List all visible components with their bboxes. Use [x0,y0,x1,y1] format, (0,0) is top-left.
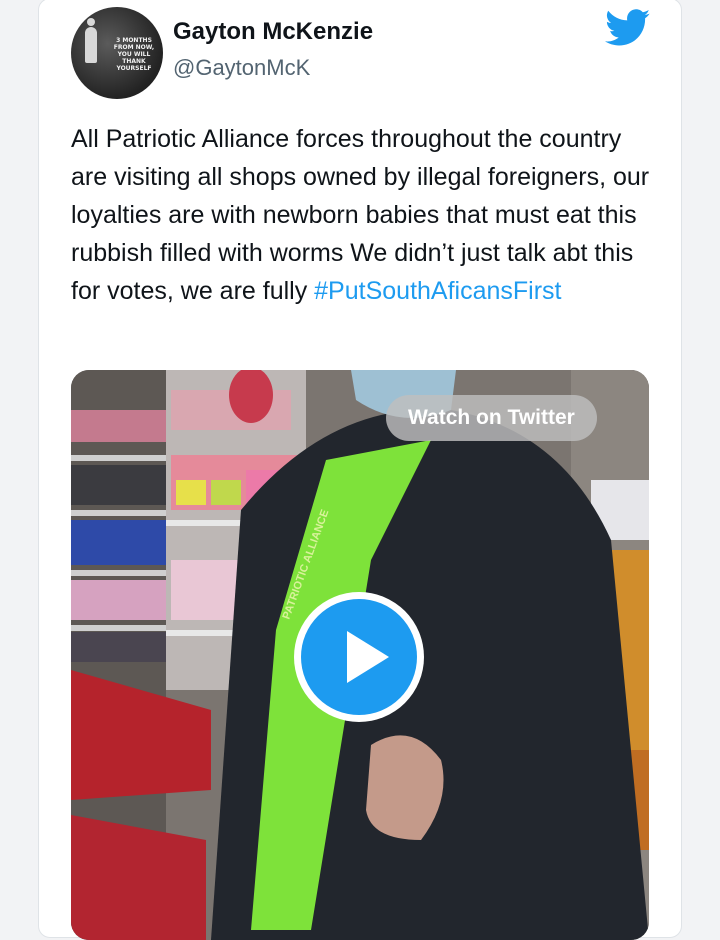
play-icon-circle [301,599,417,715]
avatar-text: 3 MONTHS FROM NOW, YOU WILL THANK YOURSE… [113,37,155,72]
avatar[interactable]: 3 MONTHS FROM NOW, YOU WILL THANK YOURSE… [71,7,163,99]
tweet-card[interactable]: 3 MONTHS FROM NOW, YOU WILL THANK YOURSE… [38,0,682,940]
play-button[interactable] [294,592,424,722]
twitter-bird-icon[interactable] [605,9,651,47]
hashtag-link[interactable]: #PutSouthAficansFirst [314,277,561,305]
tweet-text: All Patriotic Alliance forces throughout… [71,120,661,310]
author-name[interactable]: Gayton McKenzie [173,18,373,46]
play-icon [347,631,389,683]
author-handle[interactable]: @GaytonMcK [173,55,310,81]
avatar-figure [85,18,97,63]
video-media[interactable]: PATRIOTIC ALLIANCE Watch on Twitter [71,370,649,940]
watch-on-twitter-button[interactable]: Watch on Twitter [386,395,597,441]
